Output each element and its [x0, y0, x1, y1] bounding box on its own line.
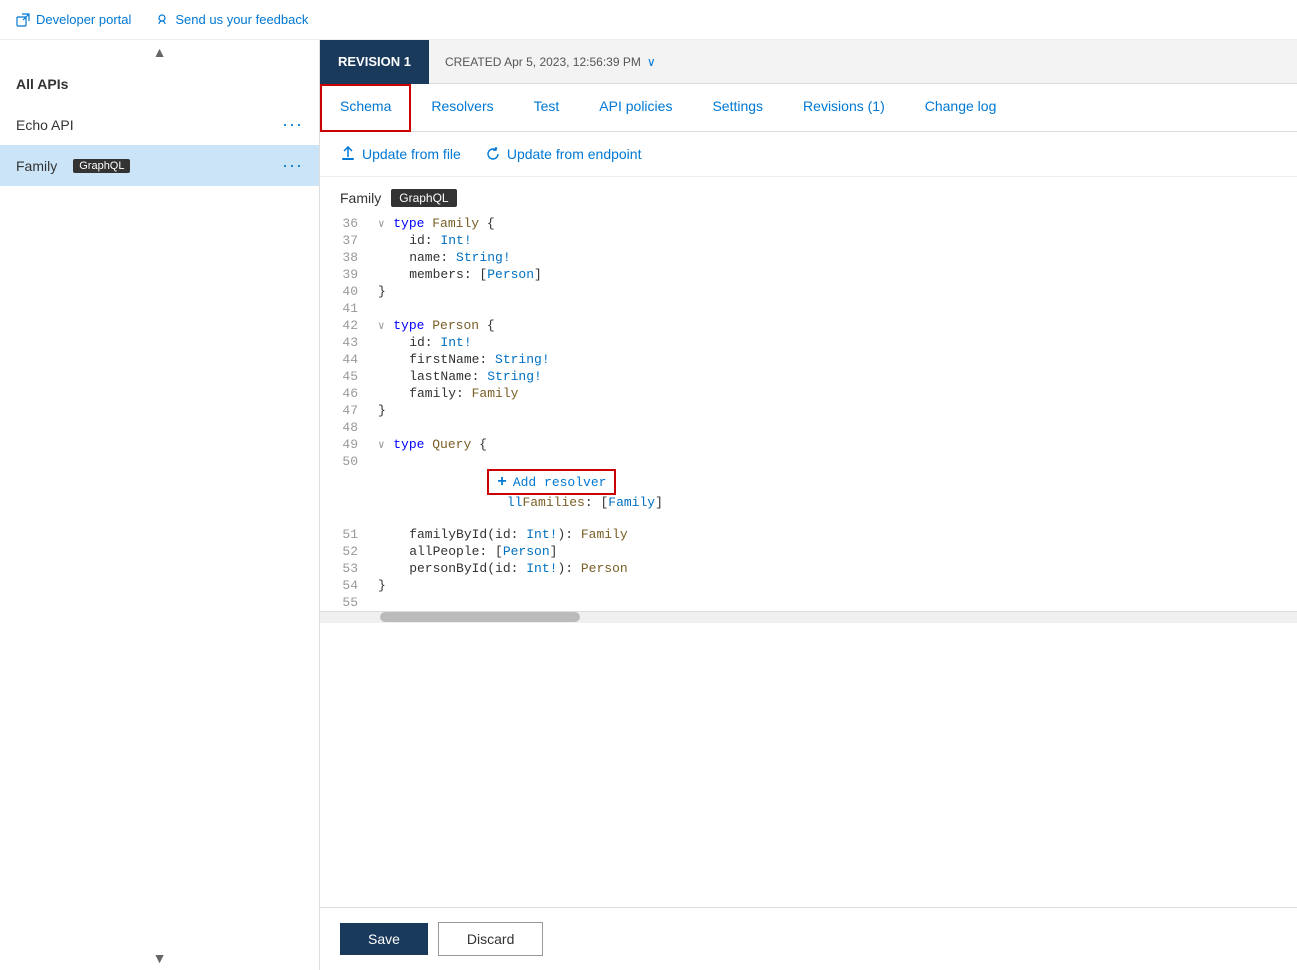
sidebar-scroll-down[interactable]: ▼: [0, 946, 319, 970]
table-row: 41: [320, 300, 1297, 317]
table-row: 53 personById(id: Int!): Person: [320, 560, 1297, 577]
add-resolver-bar[interactable]: + Add resolver: [487, 469, 616, 495]
save-button[interactable]: Save: [340, 923, 428, 955]
bottom-bar: Save Discard: [320, 907, 1297, 970]
external-link-icon: [16, 13, 30, 27]
table-row: 51 familyById(id: Int!): Family: [320, 526, 1297, 543]
code-editor[interactable]: 36 ∨ type Family { 37 id: Int! 38 name: …: [320, 215, 1297, 907]
table-row: 36 ∨ type Family {: [320, 215, 1297, 232]
revision-meta: CREATED Apr 5, 2023, 12:56:39 PM ∨: [429, 55, 672, 69]
content-area: REVISION 1 CREATED Apr 5, 2023, 12:56:39…: [320, 40, 1297, 970]
table-row: 48: [320, 419, 1297, 436]
sidebar: ▲ All APIs Echo API ··· Family GraphQL ·…: [0, 40, 320, 970]
schema-header: Family GraphQL: [320, 177, 1297, 215]
tab-change-log[interactable]: Change log: [905, 84, 1017, 132]
table-row: 55: [320, 594, 1297, 611]
refresh-icon: [485, 146, 501, 162]
developer-portal-link[interactable]: Developer portal: [16, 12, 131, 27]
sidebar-scroll-up[interactable]: ▲: [0, 40, 319, 64]
feedback-icon: [155, 13, 169, 27]
add-resolver-label: Add resolver: [513, 475, 607, 490]
family-item-left: Family GraphQL: [16, 158, 130, 174]
collapse-icon[interactable]: ∨: [378, 321, 391, 333]
tabs-bar: Schema Resolvers Test API policies Setti…: [320, 84, 1297, 132]
table-row: 50 + Add resolver llFamilies: [Family]: [320, 453, 1297, 526]
collapse-icon[interactable]: ∨: [378, 219, 391, 231]
table-row: 43 id: Int!: [320, 334, 1297, 351]
table-row: 47 }: [320, 402, 1297, 419]
tab-revisions[interactable]: Revisions (1): [783, 84, 905, 132]
table-row: 38 name: String!: [320, 249, 1297, 266]
update-from-endpoint-button[interactable]: Update from endpoint: [485, 146, 642, 162]
revision-tab[interactable]: REVISION 1: [320, 40, 429, 84]
table-row: 49 ∨ type Query {: [320, 436, 1297, 453]
feedback-link[interactable]: Send us your feedback: [155, 12, 308, 27]
main-layout: ▲ All APIs Echo API ··· Family GraphQL ·…: [0, 40, 1297, 970]
tab-test[interactable]: Test: [514, 84, 580, 132]
tab-settings[interactable]: Settings: [692, 84, 783, 132]
sidebar-item-echo-api[interactable]: Echo API ···: [0, 104, 319, 145]
tab-api-policies[interactable]: API policies: [579, 84, 692, 132]
upload-icon: [340, 146, 356, 162]
table-row: 42 ∨ type Person {: [320, 317, 1297, 334]
tab-schema[interactable]: Schema: [320, 84, 411, 132]
table-row: 54 }: [320, 577, 1297, 594]
sidebar-item-family[interactable]: Family GraphQL ···: [0, 145, 319, 186]
line-50-code: llFamilies: [Family]: [491, 495, 663, 510]
discard-button[interactable]: Discard: [438, 922, 543, 956]
add-resolver-plus-icon: +: [497, 473, 507, 491]
family-menu[interactable]: ···: [282, 155, 303, 176]
update-from-file-button[interactable]: Update from file: [340, 146, 461, 162]
tab-resolvers[interactable]: Resolvers: [411, 84, 513, 132]
collapse-icon[interactable]: ∨: [378, 440, 391, 452]
table-row: 45 lastName: String!: [320, 368, 1297, 385]
horizontal-scrollbar[interactable]: [320, 611, 1297, 623]
table-row: 44 firstName: String!: [320, 351, 1297, 368]
table-row: 52 allPeople: [Person]: [320, 543, 1297, 560]
table-row: 40 }: [320, 283, 1297, 300]
table-row: 39 members: [Person]: [320, 266, 1297, 283]
echo-api-menu[interactable]: ···: [282, 114, 303, 135]
table-row: 46 family: Family: [320, 385, 1297, 402]
code-table: 36 ∨ type Family { 37 id: Int! 38 name: …: [320, 215, 1297, 611]
revision-bar: REVISION 1 CREATED Apr 5, 2023, 12:56:39…: [320, 40, 1297, 84]
top-bar: Developer portal Send us your feedback: [0, 0, 1297, 40]
sidebar-header: All APIs: [0, 64, 319, 104]
actions-bar: Update from file Update from endpoint: [320, 132, 1297, 177]
revision-chevron-icon[interactable]: ∨: [647, 55, 656, 69]
table-row: 37 id: Int!: [320, 232, 1297, 249]
h-scroll-thumb[interactable]: [380, 612, 580, 622]
sidebar-scroll-area: Echo API ··· Family GraphQL ···: [0, 104, 319, 946]
